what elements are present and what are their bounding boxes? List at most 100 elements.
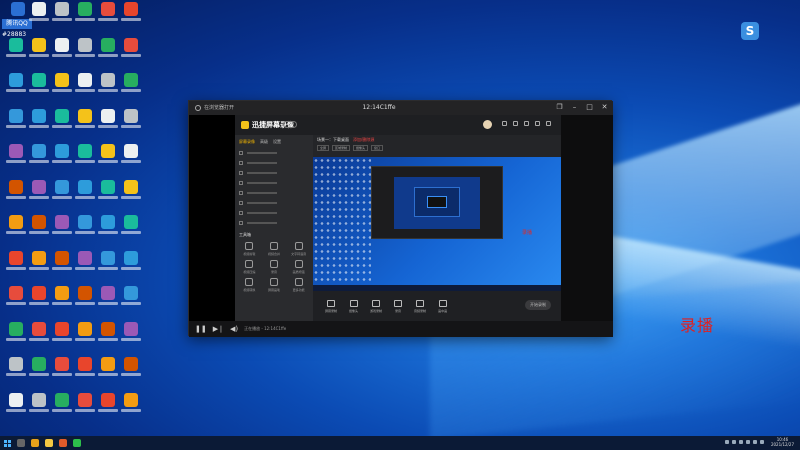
desktop-shortcut-icon[interactable]: [119, 250, 143, 283]
tool-video-convert[interactable]: 视频转换: [239, 278, 260, 292]
tool-more[interactable]: 更多功能: [288, 278, 309, 292]
desktop-shortcut-icon[interactable]: [96, 108, 120, 141]
desktop-shortcut-icon[interactable]: [96, 144, 120, 176]
taskbar-app-player[interactable]: [56, 436, 70, 450]
desktop-shortcut-icon[interactable]: [119, 321, 143, 354]
window-titlebar[interactable]: 在浏览器打开 12:14C1ffe ❐ – □ ✕: [189, 101, 613, 115]
desktop-shortcut-icon[interactable]: [4, 321, 28, 354]
desktop-shortcut-icon[interactable]: [119, 108, 143, 141]
desktop-shortcut-icon[interactable]: [4, 73, 28, 105]
desktop-shortcut-icon[interactable]: [96, 321, 120, 354]
tool-enhance[interactable]: 画质增强: [288, 260, 309, 274]
bottom-tool-pip[interactable]: 画中画: [438, 299, 447, 313]
desktop-shortcut-icon[interactable]: [73, 392, 97, 425]
close-icon[interactable]: [546, 121, 551, 126]
scene-tab-fullscreen[interactable]: 全屏: [317, 145, 330, 151]
desktop-shortcut-icon[interactable]: [4, 37, 28, 70]
tool-text-to-speech[interactable]: 文字转语音: [288, 242, 309, 256]
scene-tab-camera[interactable]: 摄像头: [353, 145, 369, 151]
message-icon[interactable]: [502, 121, 507, 126]
taskbar-clock[interactable]: 10:46 2021/12/27: [771, 437, 794, 447]
volume-icon[interactable]: ◀): [230, 325, 238, 333]
desktop-shortcut-icon[interactable]: [119, 73, 143, 105]
taskbar-search-app[interactable]: [14, 436, 28, 450]
desktop-shortcut-icon[interactable]: [73, 215, 97, 247]
scene-tab-window[interactable]: 窗口: [371, 145, 384, 151]
tool-screen-brush[interactable]: 屏幕画笔: [264, 278, 285, 292]
list-item[interactable]: [239, 168, 309, 177]
desktop-shortcut-icon[interactable]: [73, 357, 97, 389]
desktop-shortcut-icon[interactable]: [50, 215, 74, 247]
settings-icon[interactable]: [513, 121, 518, 126]
desktop-shortcut-icon[interactable]: [4, 179, 28, 212]
desktop-shortcut-icon[interactable]: [96, 357, 120, 389]
desktop-shortcut-icon[interactable]: [4, 357, 28, 389]
desktop-shortcut-icon[interactable]: [50, 392, 74, 425]
desktop-shortcut-icon[interactable]: [27, 73, 51, 105]
desktop-shortcut-icon[interactable]: [50, 2, 74, 34]
desktop-shortcut-icon[interactable]: [119, 357, 143, 389]
list-item[interactable]: [239, 188, 309, 197]
desktop-shortcut-icon[interactable]: [50, 108, 74, 141]
desktop-shortcut-icon[interactable]: [96, 179, 120, 212]
maximize-button[interactable]: □: [585, 103, 594, 112]
desktop-shortcut-icon[interactable]: [73, 73, 97, 105]
next-icon[interactable]: ▶❘: [213, 325, 224, 333]
vip-badge[interactable]: VIP: [283, 121, 298, 128]
desktop-shortcut-icon[interactable]: [119, 179, 143, 212]
close-button[interactable]: ✕: [600, 103, 609, 112]
desktop-shortcut-icon[interactable]: [4, 286, 28, 318]
desktop-shortcut-icon[interactable]: [96, 73, 120, 105]
tab-settings[interactable]: 设置: [273, 139, 281, 145]
list-item[interactable]: [239, 178, 309, 187]
desktop-shortcut-icon[interactable]: [50, 179, 74, 212]
desktop-shortcut-icon[interactable]: [73, 144, 97, 176]
desktop-shortcut-icon[interactable]: [4, 108, 28, 141]
desktop-shortcut-icon[interactable]: [73, 179, 97, 212]
desktop-shortcut-icon[interactable]: [96, 392, 120, 425]
taskbar-app-explorer[interactable]: [42, 436, 56, 450]
desktop-shortcut-icon[interactable]: [73, 37, 97, 70]
bottom-tool-audio[interactable]: 音频录制: [414, 299, 426, 313]
tool-video-merge[interactable]: 视频合并: [264, 242, 285, 256]
desktop-shortcut-icon[interactable]: [96, 2, 120, 34]
tray-icon[interactable]: [731, 440, 736, 444]
desktop-shortcut-icon[interactable]: [27, 37, 51, 70]
tab-advanced[interactable]: 高级: [260, 139, 268, 145]
desktop-shortcut-icon[interactable]: [27, 357, 51, 389]
bottom-tool-record-audio[interactable]: 录音: [394, 299, 403, 313]
app-s-icon[interactable]: S: [741, 22, 759, 40]
taskbar-app-wechat[interactable]: [70, 436, 84, 450]
desktop-shortcut-icon[interactable]: [119, 215, 143, 247]
desktop-shortcut-icon[interactable]: [73, 2, 97, 34]
desktop-shortcut-icon[interactable]: [4, 392, 28, 425]
taskbar-app-chrome[interactable]: [28, 436, 42, 450]
desktop-shortcut-icon[interactable]: [50, 357, 74, 389]
desktop-shortcut-icon[interactable]: [4, 215, 28, 247]
desktop-shortcut-icon[interactable]: [96, 286, 120, 318]
tab-screen-record[interactable]: 屏幕录像: [239, 139, 255, 145]
minimize-icon[interactable]: [535, 121, 540, 126]
desktop-shortcut-icon[interactable]: [27, 144, 51, 176]
desktop-shortcut-icon[interactable]: [50, 250, 74, 283]
window-left-label[interactable]: 在浏览器打开: [195, 104, 234, 111]
list-item[interactable]: [239, 208, 309, 217]
desktop-shortcut-icon[interactable]: [119, 2, 143, 34]
list-item[interactable]: [239, 218, 309, 227]
desktop-shortcut-icon[interactable]: [119, 286, 143, 318]
start-button[interactable]: [0, 436, 14, 450]
recording-preview[interactable]: 录播: [313, 157, 561, 291]
desktop-shortcut-icon[interactable]: [4, 250, 28, 283]
desktop-shortcut-icon[interactable]: [50, 144, 74, 176]
scene-source-link[interactable]: 添加/删除源: [353, 137, 374, 143]
scene-tab-region[interactable]: 区域录制: [332, 145, 351, 151]
tool-video-compress[interactable]: 视频压缩: [239, 260, 260, 274]
desktop-shortcut-icon[interactable]: [96, 37, 120, 70]
desktop-shortcut-icon[interactable]: [27, 2, 51, 34]
desktop-shortcut-icon[interactable]: [27, 286, 51, 318]
tool-video-edit[interactable]: 视频剪辑: [239, 242, 260, 256]
tray-icon[interactable]: [724, 440, 729, 444]
desktop-shortcut-icon[interactable]: [27, 321, 51, 354]
desktop-shortcut-icon[interactable]: [27, 392, 51, 425]
desktop-shortcut-icon[interactable]: [119, 144, 143, 176]
